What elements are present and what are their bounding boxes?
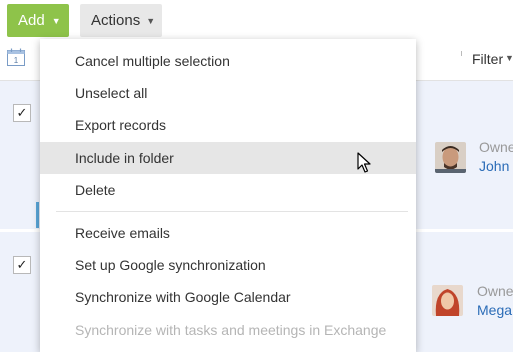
chevron-down-icon[interactable]: ▼ — [505, 53, 513, 63]
actions-dropdown-menu: Cancel multiple selection Unselect all E… — [40, 39, 416, 352]
menu-item-export-records[interactable]: Export records — [40, 109, 416, 141]
toolbar: Add ▼ Actions ▼ — [0, 0, 513, 44]
avatar-image — [435, 142, 466, 173]
mouse-cursor-icon — [357, 152, 371, 173]
menu-item-set-up-google-sync[interactable]: Set up Google synchronization — [40, 249, 416, 281]
calendar-day: 1 — [14, 56, 19, 65]
row-marker — [36, 202, 39, 228]
calendar-icon[interactable]: 1 — [6, 47, 26, 67]
chevron-down-icon: ▼ — [51, 15, 61, 26]
menu-item-delete[interactable]: Delete — [40, 174, 416, 206]
divider — [461, 51, 462, 56]
owner-name-link[interactable]: Mega — [477, 302, 512, 318]
actions-button-label: Actions — [91, 12, 141, 29]
menu-divider — [56, 211, 408, 212]
filter-button[interactable]: Filter — [472, 51, 503, 67]
owner-label: Owne — [477, 283, 513, 299]
menu-item-receive-emails[interactable]: Receive emails — [40, 217, 416, 249]
avatar — [432, 285, 463, 316]
add-button-label: Add — [18, 12, 45, 29]
row-checkbox[interactable]: ✓ — [13, 104, 31, 122]
add-button[interactable]: Add ▼ — [7, 4, 69, 37]
owner-name-link[interactable]: John — [479, 158, 509, 174]
menu-item-cancel-multiple-selection[interactable]: Cancel multiple selection — [40, 45, 416, 77]
chevron-down-icon: ▼ — [146, 15, 156, 26]
owner-label: Owne — [479, 139, 513, 155]
avatar — [435, 142, 466, 173]
avatar-image — [432, 285, 463, 316]
menu-item-unselect-all[interactable]: Unselect all — [40, 77, 416, 109]
actions-button[interactable]: Actions ▼ — [80, 4, 162, 37]
menu-item-sync-exchange: Synchronize with tasks and meetings in E… — [75, 322, 387, 338]
row-checkbox[interactable]: ✓ — [13, 256, 31, 274]
menu-item-sync-google-calendar[interactable]: Synchronize with Google Calendar — [40, 281, 416, 313]
